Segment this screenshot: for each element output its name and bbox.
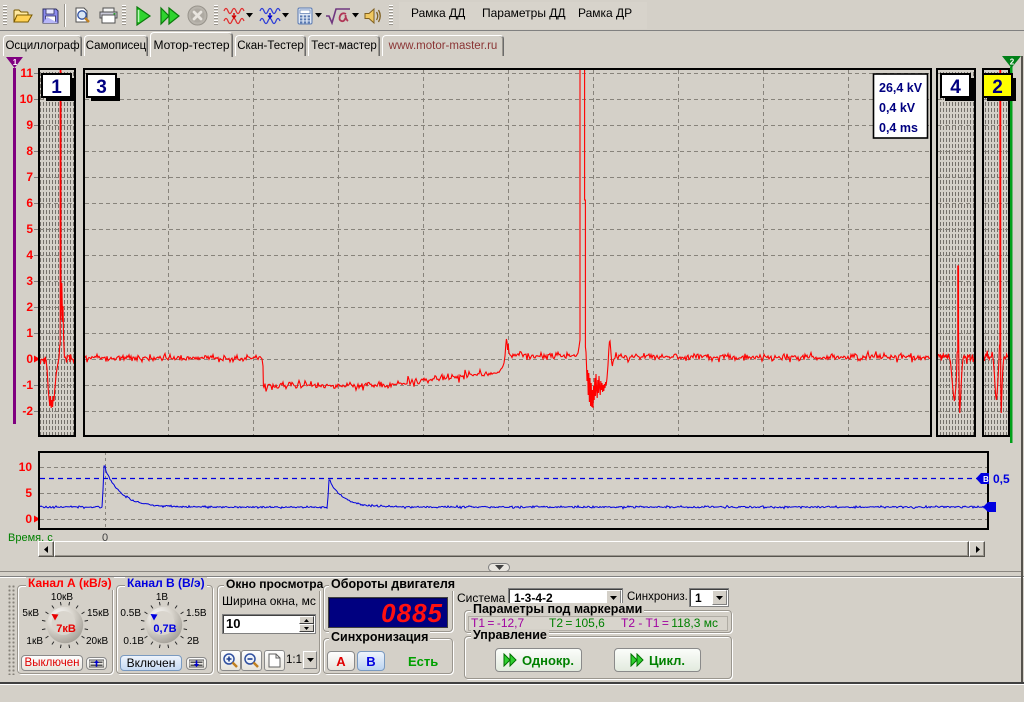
- svg-text:8: 8: [26, 144, 33, 158]
- svg-text:2: 2: [992, 77, 1003, 98]
- svg-text:3: 3: [26, 274, 33, 288]
- svg-text:1: 1: [26, 326, 33, 340]
- svg-text:0,7В: 0,7В: [153, 623, 176, 635]
- svg-text:0: 0: [26, 352, 33, 366]
- svg-text:6: 6: [26, 196, 33, 210]
- svg-text:2: 2: [1010, 58, 1015, 67]
- svg-text:0.1В: 0.1В: [123, 636, 144, 647]
- svg-text:20кВ: 20кВ: [86, 636, 108, 647]
- svg-text:0,4 kV: 0,4 kV: [879, 101, 916, 115]
- svg-text:5: 5: [25, 486, 32, 500]
- svg-text:0: 0: [25, 512, 32, 526]
- svg-text:1: 1: [51, 77, 62, 98]
- svg-text:7: 7: [26, 170, 33, 184]
- svg-text:10: 10: [19, 460, 33, 474]
- svg-text:B: B: [983, 475, 989, 484]
- svg-text:26,4 kV: 26,4 kV: [879, 81, 923, 95]
- svg-text:1кВ: 1кВ: [26, 636, 43, 647]
- svg-text:-1: -1: [22, 378, 33, 392]
- svg-text:5: 5: [26, 222, 33, 236]
- svg-text:9: 9: [26, 118, 33, 132]
- svg-text:0.5В: 0.5В: [120, 608, 141, 619]
- svg-text:1В: 1В: [156, 592, 169, 603]
- svg-text:0,4 ms: 0,4 ms: [879, 121, 918, 135]
- svg-text:2В: 2В: [187, 636, 200, 647]
- svg-text:10кВ: 10кВ: [51, 592, 73, 603]
- svg-text:-2: -2: [22, 404, 33, 418]
- svg-text:4: 4: [950, 77, 961, 98]
- svg-text:1: 1: [13, 58, 18, 67]
- svg-text:3: 3: [96, 77, 107, 98]
- svg-text:5кВ: 5кВ: [22, 608, 39, 619]
- svg-text:4: 4: [26, 248, 33, 262]
- svg-text:2: 2: [26, 300, 33, 314]
- svg-text:10: 10: [20, 92, 34, 106]
- svg-text:7кВ: 7кВ: [56, 623, 76, 635]
- svg-text:1.5В: 1.5В: [186, 608, 207, 619]
- svg-text:0: 0: [990, 502, 996, 514]
- svg-text:11: 11: [20, 66, 33, 80]
- svg-text:0,5: 0,5: [993, 472, 1010, 486]
- svg-text:15кВ: 15кВ: [87, 608, 109, 619]
